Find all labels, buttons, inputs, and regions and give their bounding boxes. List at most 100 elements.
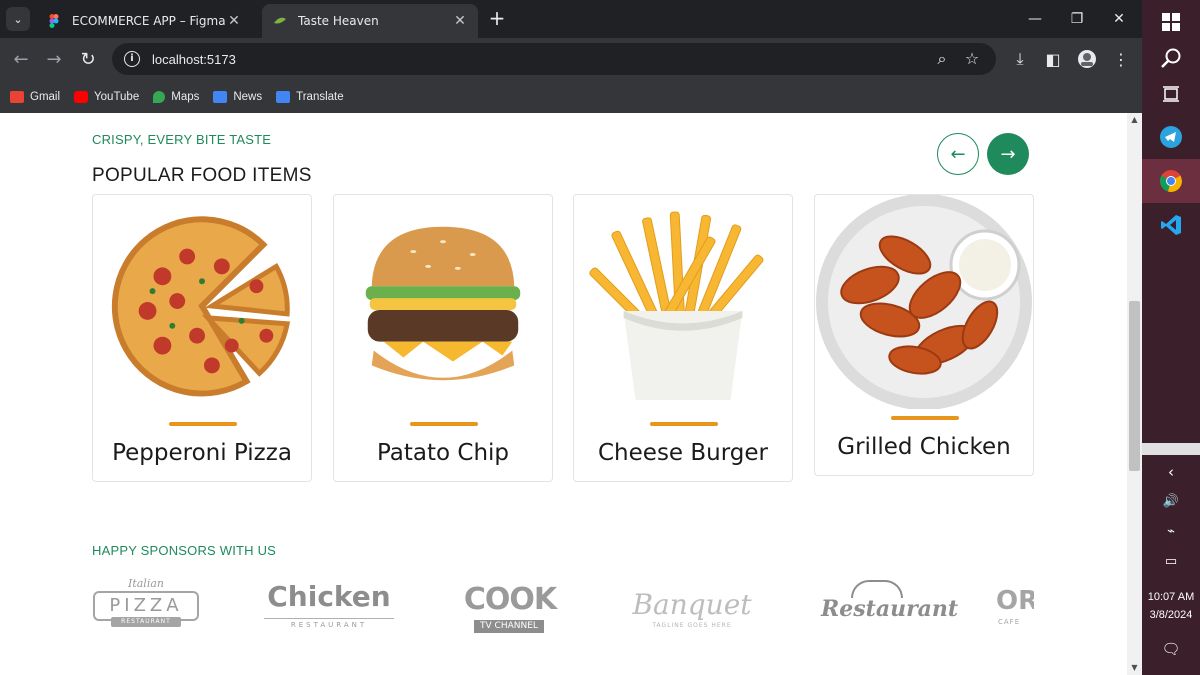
chrome-icon [1160,170,1182,192]
close-icon[interactable]: ✕ [226,13,242,29]
info-icon[interactable]: i [124,51,140,67]
tab-title: ECOMMERCE APP – Figma [72,14,226,28]
sponsors-title: HAPPY SPONSORS WITH US [92,543,277,558]
bookmark-label: News [233,90,263,103]
accent-bar [650,422,718,426]
sponsor-logo[interactable]: Chicken RESTAURANT [262,571,396,641]
address-bar[interactable]: i localhost:5173 ⌕ ☆ [112,43,996,75]
avatar-icon [1078,50,1096,68]
volume-icon[interactable]: 🔊 [1142,494,1200,509]
download-icon[interactable]: ⤓ [1008,47,1032,71]
url-text: localhost:5173 [152,51,236,67]
page-scrollbar[interactable]: ▲ ▼ [1127,113,1142,675]
side-panel-icon[interactable]: ◧ [1041,47,1065,71]
sponsor-logo[interactable]: Italian PIZZA RESTAURANT [92,571,200,641]
sponsor-logo[interactable]: Restaurant [820,571,959,641]
menu-icon[interactable]: ⋮ [1109,47,1133,71]
bookmark-label: YouTube [94,90,140,103]
chevron-down-icon: ⌄ [13,12,23,26]
arrow-right-icon: → [46,48,62,70]
page-viewport: CRISPY, EVERY BITE TASTE POPULAR FOOD IT… [0,113,1127,675]
chrome-app[interactable] [1142,159,1200,203]
food-card[interactable]: Pepperoni Pizza [92,194,312,482]
sponsor-text: TAGLINE GOES HERE [652,622,732,629]
sponsor-logo[interactable]: COOK TV CHANNEL [458,571,562,641]
news-icon [213,90,228,103]
prev-slide-button[interactable]: ← [937,133,979,175]
accent-bar [169,422,237,426]
close-icon: ✕ [1113,11,1125,27]
section-eyebrow: CRISPY, EVERY BITE TASTE [92,132,272,147]
bookmarks-bar: Gmail YouTube Maps News Translate [0,80,1142,113]
figma-icon [49,14,59,28]
clock-time: 10:07 AM [1147,591,1195,603]
close-icon[interactable]: ✕ [452,13,468,29]
zoom-icon[interactable]: ⌕ [932,49,952,69]
bookmark-label: Gmail [30,90,61,103]
scrollbar-thumb[interactable] [1129,301,1140,471]
restore-button[interactable]: ❐ [1054,0,1100,38]
food-name: Grilled Chicken [837,434,1011,460]
sponsor-text: Restaurant [821,596,959,622]
tab-search-button[interactable]: ⌄ [6,7,30,31]
task-view-button[interactable] [1142,72,1200,116]
tab-figma[interactable]: ECOMMERCE APP – Figma ✕ [36,4,252,38]
bookmark-maps[interactable]: Maps [153,90,200,103]
bookmark-youtube[interactable]: YouTube [74,90,140,103]
sponsor-text: CAFE [998,618,1021,626]
notification-icon[interactable]: 🗨 [1142,640,1200,658]
minimize-button[interactable]: — [1012,0,1058,38]
star-icon[interactable]: ☆ [962,49,982,68]
sponsor-text: RESTAURANT [111,617,181,627]
food-card[interactable]: Grilled Chicken [814,194,1034,476]
sponsor-text: TV CHANNEL [474,620,544,633]
scroll-up-icon[interactable]: ▲ [1127,113,1142,127]
accent-bar [891,416,959,420]
bookmark-news[interactable]: News [213,90,263,103]
food-card[interactable]: Patato Chip [333,194,553,482]
next-slide-button[interactable]: → [987,133,1029,175]
telegram-app[interactable] [1142,115,1200,159]
back-button[interactable]: ← [9,47,33,71]
task-view-icon [1163,86,1179,102]
browser-toolbar: ← → ↻ i localhost:5173 ⌕ ☆ ⤓ ◧ ⋮ [0,38,1142,80]
accent-bar [410,422,478,426]
tab-title: Taste Heaven [298,14,379,28]
vscode-icon [1161,215,1181,235]
food-name: Patato Chip [376,440,510,466]
chevron-left-icon[interactable]: ‹ [1142,463,1200,481]
windows-taskbar: ‹ 🔊 ⌁ ▭ 10:07 AM 3/8/2024 🗨 [1142,0,1200,675]
tab-taste-heaven[interactable]: Taste Heaven ✕ [262,4,478,38]
gmail-icon [10,90,24,103]
sponsor-text: Chicken [267,580,391,613]
maps-icon [153,90,166,103]
youtube-icon [74,90,89,103]
food-card[interactable]: Cheese Burger [573,194,793,482]
sponsor-logo[interactable]: OR CAFE [994,571,1034,641]
bookmark-gmail[interactable]: Gmail [10,90,61,103]
system-clock[interactable]: 10:07 AM 3/8/2024 [1142,588,1200,624]
clock-date: 3/8/2024 [1149,609,1193,621]
battery-icon[interactable]: ▭ [1142,554,1200,569]
food-name: Pepperoni Pizza [112,440,292,466]
close-window-button[interactable]: ✕ [1096,0,1142,38]
pizza-image [111,216,291,397]
scroll-down-icon[interactable]: ▼ [1127,661,1142,675]
taskbar-scrollbar[interactable] [1142,443,1200,455]
minimize-icon: — [1028,11,1042,27]
new-tab-button[interactable]: + [486,8,508,30]
bookmark-translate[interactable]: Translate [276,90,344,103]
network-icon[interactable]: ⌁ [1142,524,1200,539]
forward-button[interactable]: → [42,47,66,71]
reload-button[interactable]: ↻ [76,47,100,71]
reload-icon: ↻ [80,48,96,70]
search-icon [1161,48,1181,68]
profile-avatar[interactable] [1075,47,1099,71]
leaf-icon [274,17,286,24]
vscode-app[interactable] [1142,203,1200,247]
windows-icon [1162,13,1180,31]
sponsor-logo[interactable]: Banquet TAGLINE GOES HERE [624,571,760,641]
translate-icon [276,90,291,103]
bookmark-label: Maps [171,90,200,103]
section-title: POPULAR FOOD ITEMS [92,165,312,186]
